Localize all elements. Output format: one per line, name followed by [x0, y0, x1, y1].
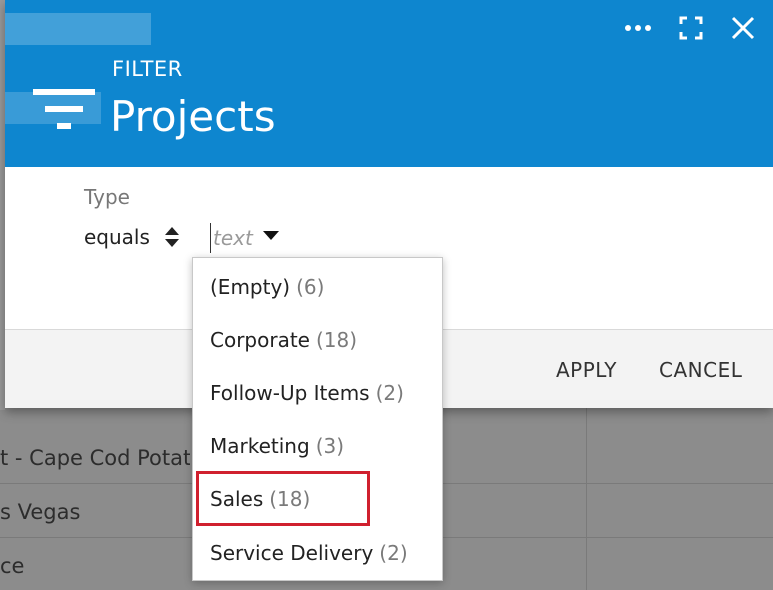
- list-item-label: Sales: [210, 486, 264, 511]
- screen: t - Cape Cod Potato s Vegas ce FILTER Pr…: [0, 0, 773, 590]
- list-item-label: (Empty): [210, 274, 291, 299]
- value-input[interactable]: [210, 223, 270, 253]
- list-item-count: (18): [315, 327, 358, 352]
- bg-column-separator: [586, 400, 587, 590]
- chevron-down-icon[interactable]: [263, 231, 279, 241]
- filter-icon: [33, 89, 95, 129]
- apply-button[interactable]: APPLY: [556, 358, 617, 382]
- more-icon: [625, 25, 651, 31]
- dialog-title: Projects: [110, 92, 276, 141]
- dialog-subtitle: FILTER: [112, 57, 183, 81]
- sort-updown-icon: [164, 227, 179, 247]
- list-item-count: (18): [269, 486, 311, 511]
- list-item[interactable]: (Empty) (6): [193, 260, 442, 313]
- list-item-count: (6): [296, 274, 325, 299]
- list-item-count: (2): [375, 380, 404, 405]
- maximize-button[interactable]: [675, 12, 707, 44]
- bg-cell: s Vegas: [0, 500, 81, 524]
- list-item-count: (3): [315, 433, 345, 458]
- more-button[interactable]: [622, 12, 654, 44]
- header-ghost-block: [5, 13, 151, 45]
- bg-cell: ce: [0, 554, 25, 578]
- list-item[interactable]: Service Delivery (2): [193, 526, 442, 579]
- list-item-label: Follow-Up Items: [210, 380, 370, 405]
- list-item-count: (2): [379, 540, 408, 565]
- list-item-label: Service Delivery: [210, 540, 374, 565]
- close-icon: [731, 16, 755, 40]
- value-dropdown-list: (Empty) (6) Corporate (18) Follow-Up Ite…: [192, 257, 443, 581]
- operator-value: equals: [84, 225, 150, 249]
- list-item-label: Marketing: [210, 433, 310, 458]
- close-button[interactable]: [727, 12, 759, 44]
- list-item[interactable]: Sales (18): [193, 472, 442, 525]
- maximize-icon: [679, 16, 703, 40]
- list-item-label: Corporate: [210, 327, 310, 352]
- list-item[interactable]: Marketing (3): [193, 419, 442, 472]
- list-item[interactable]: Corporate (18): [193, 313, 442, 366]
- cancel-button[interactable]: CANCEL: [659, 358, 742, 382]
- operator-selector[interactable]: equals: [84, 225, 180, 249]
- dialog-header: FILTER Projects: [5, 0, 773, 167]
- bg-cell: t - Cape Cod Potato: [0, 446, 190, 470]
- list-item[interactable]: Follow-Up Items (2): [193, 366, 442, 419]
- field-label: Type: [84, 185, 130, 209]
